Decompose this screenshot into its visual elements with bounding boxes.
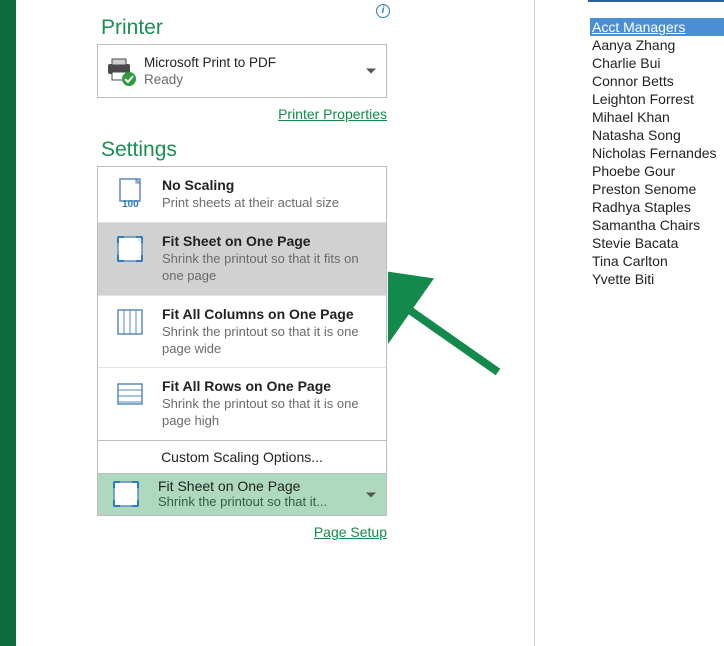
option-desc: Shrink the printout so that it fits on o… bbox=[162, 251, 376, 285]
preview-row: Leighton Forrest bbox=[590, 90, 724, 108]
selected-desc: Shrink the printout so that it... bbox=[158, 494, 380, 509]
sheet-100-icon: 100 bbox=[112, 177, 148, 209]
annotation-arrow bbox=[388, 262, 508, 382]
option-fit-sheet[interactable]: Fit Sheet on One Page Shrink the printou… bbox=[98, 223, 386, 296]
printer-info: Microsoft Print to PDF Ready bbox=[144, 55, 276, 87]
fit-page-icon bbox=[112, 233, 148, 265]
option-fit-columns[interactable]: Fit All Columns on One Page Shrink the p… bbox=[98, 296, 386, 369]
printer-selector[interactable]: Microsoft Print to PDF Ready bbox=[97, 44, 387, 98]
fit-columns-icon bbox=[112, 306, 148, 338]
fit-page-icon bbox=[108, 479, 144, 509]
preview-header-rule bbox=[588, 0, 724, 2]
scaling-dropdown[interactable]: Fit Sheet on One Page Shrink the printou… bbox=[97, 474, 387, 516]
option-title: No Scaling bbox=[162, 177, 376, 193]
preview-row: Charlie Bui bbox=[590, 54, 724, 72]
chevron-down-icon bbox=[366, 492, 376, 497]
preview-row: Natasha Song bbox=[590, 126, 724, 144]
print-panel: Printer Microsoft Print to PDF Ready Pri… bbox=[97, 0, 387, 542]
printer-properties-link[interactable]: Printer Properties bbox=[278, 106, 387, 122]
preview-row: Stevie Bacata bbox=[590, 234, 724, 252]
preview-row: Yvette Biti bbox=[590, 270, 724, 288]
preview-row: Nicholas Fernandes bbox=[590, 144, 724, 162]
preview-divider bbox=[534, 0, 535, 646]
fit-rows-icon bbox=[112, 378, 148, 410]
option-title: Fit All Columns on One Page bbox=[162, 306, 376, 322]
preview-row: Samantha Chairs bbox=[590, 216, 724, 234]
print-preview: Acct Managers Aanya ZhangCharlie BuiConn… bbox=[590, 18, 724, 288]
preview-row: Tina Carlton bbox=[590, 252, 724, 270]
chevron-down-icon bbox=[366, 69, 376, 74]
svg-text:100: 100 bbox=[122, 199, 139, 209]
option-no-scaling[interactable]: 100 No Scaling Print sheets at their act… bbox=[98, 167, 386, 223]
preview-header: Acct Managers bbox=[590, 18, 724, 36]
preview-row: Phoebe Gour bbox=[590, 162, 724, 180]
printer-icon bbox=[104, 54, 138, 88]
page-setup-link[interactable]: Page Setup bbox=[314, 524, 387, 540]
preview-row: Radhya Staples bbox=[590, 198, 724, 216]
custom-scaling-option[interactable]: Custom Scaling Options... bbox=[97, 441, 387, 474]
option-desc: Shrink the printout so that it is one pa… bbox=[162, 324, 376, 358]
printer-status: Ready bbox=[144, 72, 276, 87]
printer-section-title: Printer bbox=[101, 16, 387, 40]
preview-row: Connor Betts bbox=[590, 72, 724, 90]
selected-title: Fit Sheet on One Page bbox=[158, 478, 380, 494]
preview-row: Preston Senome bbox=[590, 180, 724, 198]
scaling-options-list: 100 No Scaling Print sheets at their act… bbox=[97, 166, 387, 441]
preview-row: Aanya Zhang bbox=[590, 36, 724, 54]
option-title: Fit All Rows on One Page bbox=[162, 378, 376, 394]
option-title: Fit Sheet on One Page bbox=[162, 233, 376, 249]
printer-name: Microsoft Print to PDF bbox=[144, 55, 276, 70]
option-desc: Print sheets at their actual size bbox=[162, 195, 376, 212]
backstage-rail bbox=[0, 0, 16, 646]
option-desc: Shrink the printout so that it is one pa… bbox=[162, 396, 376, 430]
preview-row: Mihael Khan bbox=[590, 108, 724, 126]
option-fit-rows[interactable]: Fit All Rows on One Page Shrink the prin… bbox=[98, 368, 386, 441]
settings-section-title: Settings bbox=[101, 138, 387, 162]
